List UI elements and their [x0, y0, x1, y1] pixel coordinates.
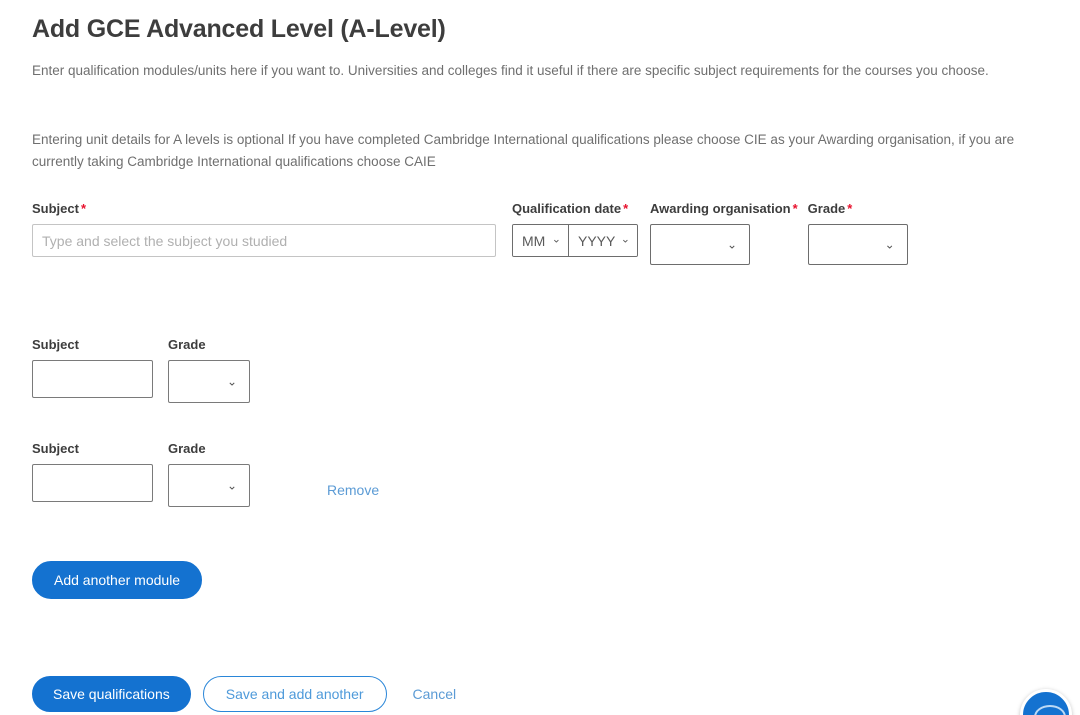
module-row: Subject Grade ⌄ Remove: [32, 441, 1048, 507]
module-grade-label: Grade: [168, 337, 206, 352]
module-row: Subject Grade ⌄ Remove: [32, 337, 1048, 403]
module-grade-select-wrap[interactable]: ⌄: [168, 360, 250, 403]
page-title: Add GCE Advanced Level (A-Level): [32, 15, 446, 43]
add-another-module-button[interactable]: Add another module: [32, 561, 203, 599]
module-subject-input[interactable]: [32, 464, 153, 502]
page-content: Add GCE Advanced Level (A-Level) Enter q…: [0, 0, 1080, 712]
awarding-organisation-label-text: Awarding organisation: [650, 201, 791, 216]
qualification-date-group: MM ⌄ YYYY ⌄: [512, 224, 638, 257]
module-grade-label: Grade: [168, 441, 206, 456]
qualification-fields-row: Subject* Qualification date* MM ⌄: [32, 173, 1048, 265]
note-paragraph: Entering unit details for A levels is op…: [32, 132, 1015, 169]
subject-label: Subject *: [32, 201, 496, 217]
field-awarding-organisation: Awarding organisation * ⌄: [650, 201, 798, 265]
module-subject-field: Subject: [32, 441, 153, 502]
module-grade-field: Grade ⌄: [168, 337, 250, 403]
grade-required-asterisk: *: [847, 201, 853, 216]
awarding-organisation-select-wrap[interactable]: ⌄: [650, 224, 750, 265]
module-grade-select[interactable]: [169, 361, 249, 402]
module-grade-field: Grade ⌄: [168, 441, 250, 507]
add-module-row: Add another module: [32, 507, 1048, 599]
field-subject: Subject *: [32, 201, 496, 257]
save-qualifications-button[interactable]: Save qualifications: [32, 676, 191, 712]
awarding-organisation-label: Awarding organisation *: [650, 201, 798, 217]
awarding-organisation-select[interactable]: [651, 225, 749, 264]
grade-select-wrap[interactable]: ⌄: [807, 224, 908, 265]
module-subject-label: Subject: [32, 337, 79, 352]
qualification-date-label-text: Qualification date: [512, 201, 622, 216]
footer-actions: Save qualifications Save and add another…: [32, 599, 1048, 712]
cancel-link[interactable]: Cancel: [413, 686, 457, 702]
module-grade-select-wrap[interactable]: ⌄: [168, 464, 250, 507]
module-subject-input[interactable]: [32, 360, 153, 398]
subject-required-asterisk: *: [80, 201, 87, 216]
year-select[interactable]: YYYY: [569, 225, 637, 256]
grade-select[interactable]: [808, 225, 907, 264]
year-select-wrap[interactable]: YYYY ⌄: [568, 225, 637, 256]
module-subject-field: Subject: [32, 337, 153, 398]
intro-paragraph: Enter qualification modules/units here i…: [32, 63, 989, 78]
grade-label-text: Grade: [807, 201, 846, 216]
awarding-organisation-required-asterisk: *: [792, 201, 798, 216]
field-grade: Grade * ⌄: [807, 201, 908, 265]
qualification-date-required-asterisk: *: [623, 201, 629, 216]
subject-label-text: Subject: [32, 201, 79, 216]
modules-list: Subject Grade ⌄ Remove Subject: [32, 265, 1048, 507]
module-remove-link[interactable]: Remove: [327, 481, 379, 499]
subject-input[interactable]: [32, 224, 496, 257]
save-and-add-another-button[interactable]: Save and add another: [202, 676, 387, 712]
page-root: Add GCE Advanced Level (A-Level) Enter q…: [0, 0, 1080, 715]
month-select[interactable]: MM: [513, 225, 568, 256]
field-qualification-date: Qualification date * MM ⌄ YYYY ⌄: [512, 201, 638, 257]
month-select-wrap[interactable]: MM ⌄: [513, 225, 568, 256]
grade-label: Grade *: [808, 201, 908, 217]
qualification-date-label: Qualification date *: [512, 201, 638, 217]
module-grade-select[interactable]: [169, 465, 249, 506]
module-subject-label: Subject: [32, 441, 79, 456]
